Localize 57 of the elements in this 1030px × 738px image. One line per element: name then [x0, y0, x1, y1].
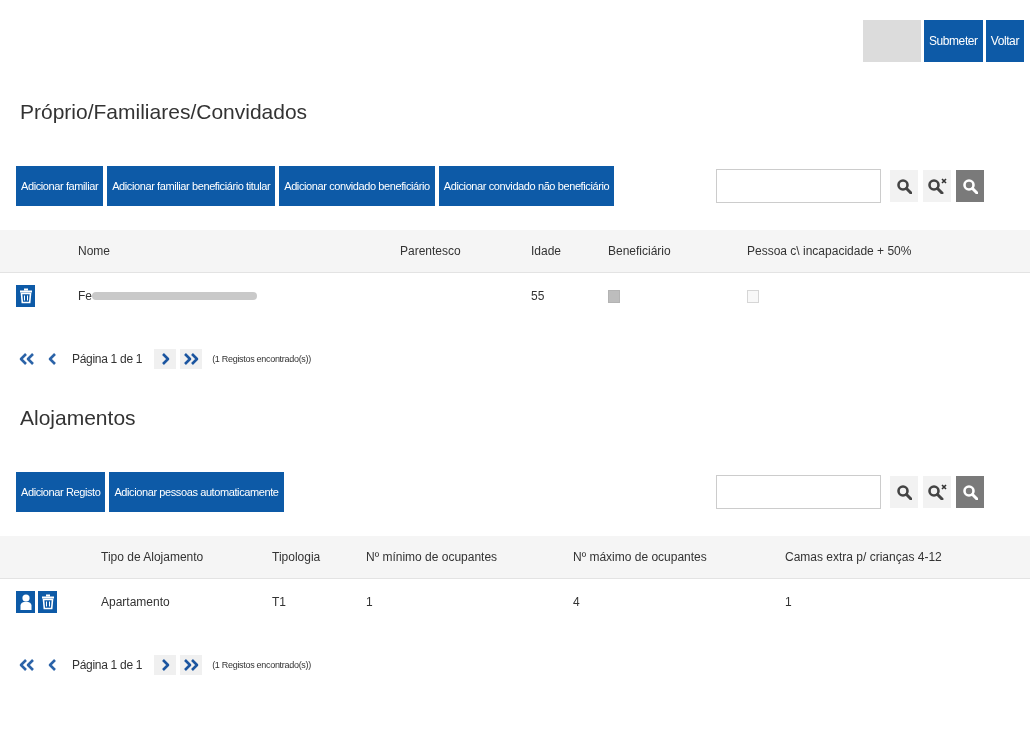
search-field[interactable]	[716, 169, 881, 203]
page-label: Página 1 de 1	[72, 352, 143, 366]
page-label: Página 1 de 1	[72, 658, 143, 672]
table-cell: 1	[366, 595, 373, 609]
column-header: Tipologia	[272, 550, 322, 564]
section-title: Próprio/Familiares/Convidados	[20, 100, 309, 124]
column-header: Pessoa c\ incapacidade + 50%	[747, 244, 913, 258]
table-cell: Apartamento	[101, 595, 170, 609]
delete-button[interactable]	[16, 285, 35, 307]
add-button[interactable]: Adicionar familiar beneficiário titular	[107, 166, 276, 206]
delete-button[interactable]	[38, 591, 57, 613]
record-count: (1 Registos encontrado(s))	[212, 660, 311, 670]
people-button[interactable]	[16, 591, 35, 613]
action-button[interactable]: Voltar	[985, 20, 1024, 62]
clear-search-icon	[927, 178, 947, 194]
clear-search-button[interactable]	[923, 476, 951, 508]
section-title: Alojamentos	[20, 406, 137, 430]
search-icon	[962, 178, 978, 194]
column-header: Nº máximo de ocupantes	[573, 550, 708, 564]
next-page-button[interactable]	[154, 349, 177, 369]
search-icon	[896, 178, 912, 194]
search-button[interactable]	[890, 170, 918, 202]
first-page-icon	[17, 351, 37, 367]
column-header: Parentesco	[400, 244, 462, 258]
add-button[interactable]: Adicionar convidado beneficiário	[279, 166, 435, 206]
search-field[interactable]	[716, 475, 881, 509]
search-icon	[896, 484, 912, 500]
trash-icon	[40, 593, 55, 611]
search-button[interactable]	[890, 476, 918, 508]
table-cell: T1	[272, 595, 286, 609]
table-cell: Fe	[78, 289, 92, 303]
table-cell: 4	[573, 595, 580, 609]
column-header: Tipo de Alojamento	[101, 550, 205, 564]
add-button[interactable]: Adicionar Registo	[16, 472, 106, 512]
add-button[interactable]: Adicionar familiar	[16, 166, 104, 206]
clear-search-button[interactable]	[923, 170, 951, 202]
clear-search-icon	[927, 484, 947, 500]
column-header: Idade	[531, 244, 563, 258]
trash-icon	[18, 287, 33, 305]
person-icon	[18, 593, 33, 611]
table-cell: 1	[785, 595, 792, 609]
first-page-icon	[17, 657, 37, 673]
column-header: Beneficiário	[608, 244, 672, 258]
last-page-button[interactable]	[180, 655, 203, 675]
column-header: Camas extra p/ crianças 4-12	[785, 550, 943, 564]
advanced-search-button[interactable]	[956, 476, 984, 508]
column-header: Nome	[78, 244, 111, 258]
add-button[interactable]: Adicionar pessoas automaticamente	[109, 472, 284, 512]
add-button[interactable]: Adicionar convidado não beneficiário	[438, 166, 615, 206]
advanced-search-button[interactable]	[956, 170, 984, 202]
next-page-button[interactable]	[154, 655, 177, 675]
record-count: (1 Registos encontrado(s))	[212, 354, 311, 364]
last-page-button[interactable]	[180, 349, 203, 369]
search-icon	[962, 484, 978, 500]
table-cell: 55	[531, 289, 545, 303]
action-button[interactable]: Submeter	[923, 20, 983, 62]
column-header: Nº mínimo de ocupantes	[366, 550, 499, 564]
